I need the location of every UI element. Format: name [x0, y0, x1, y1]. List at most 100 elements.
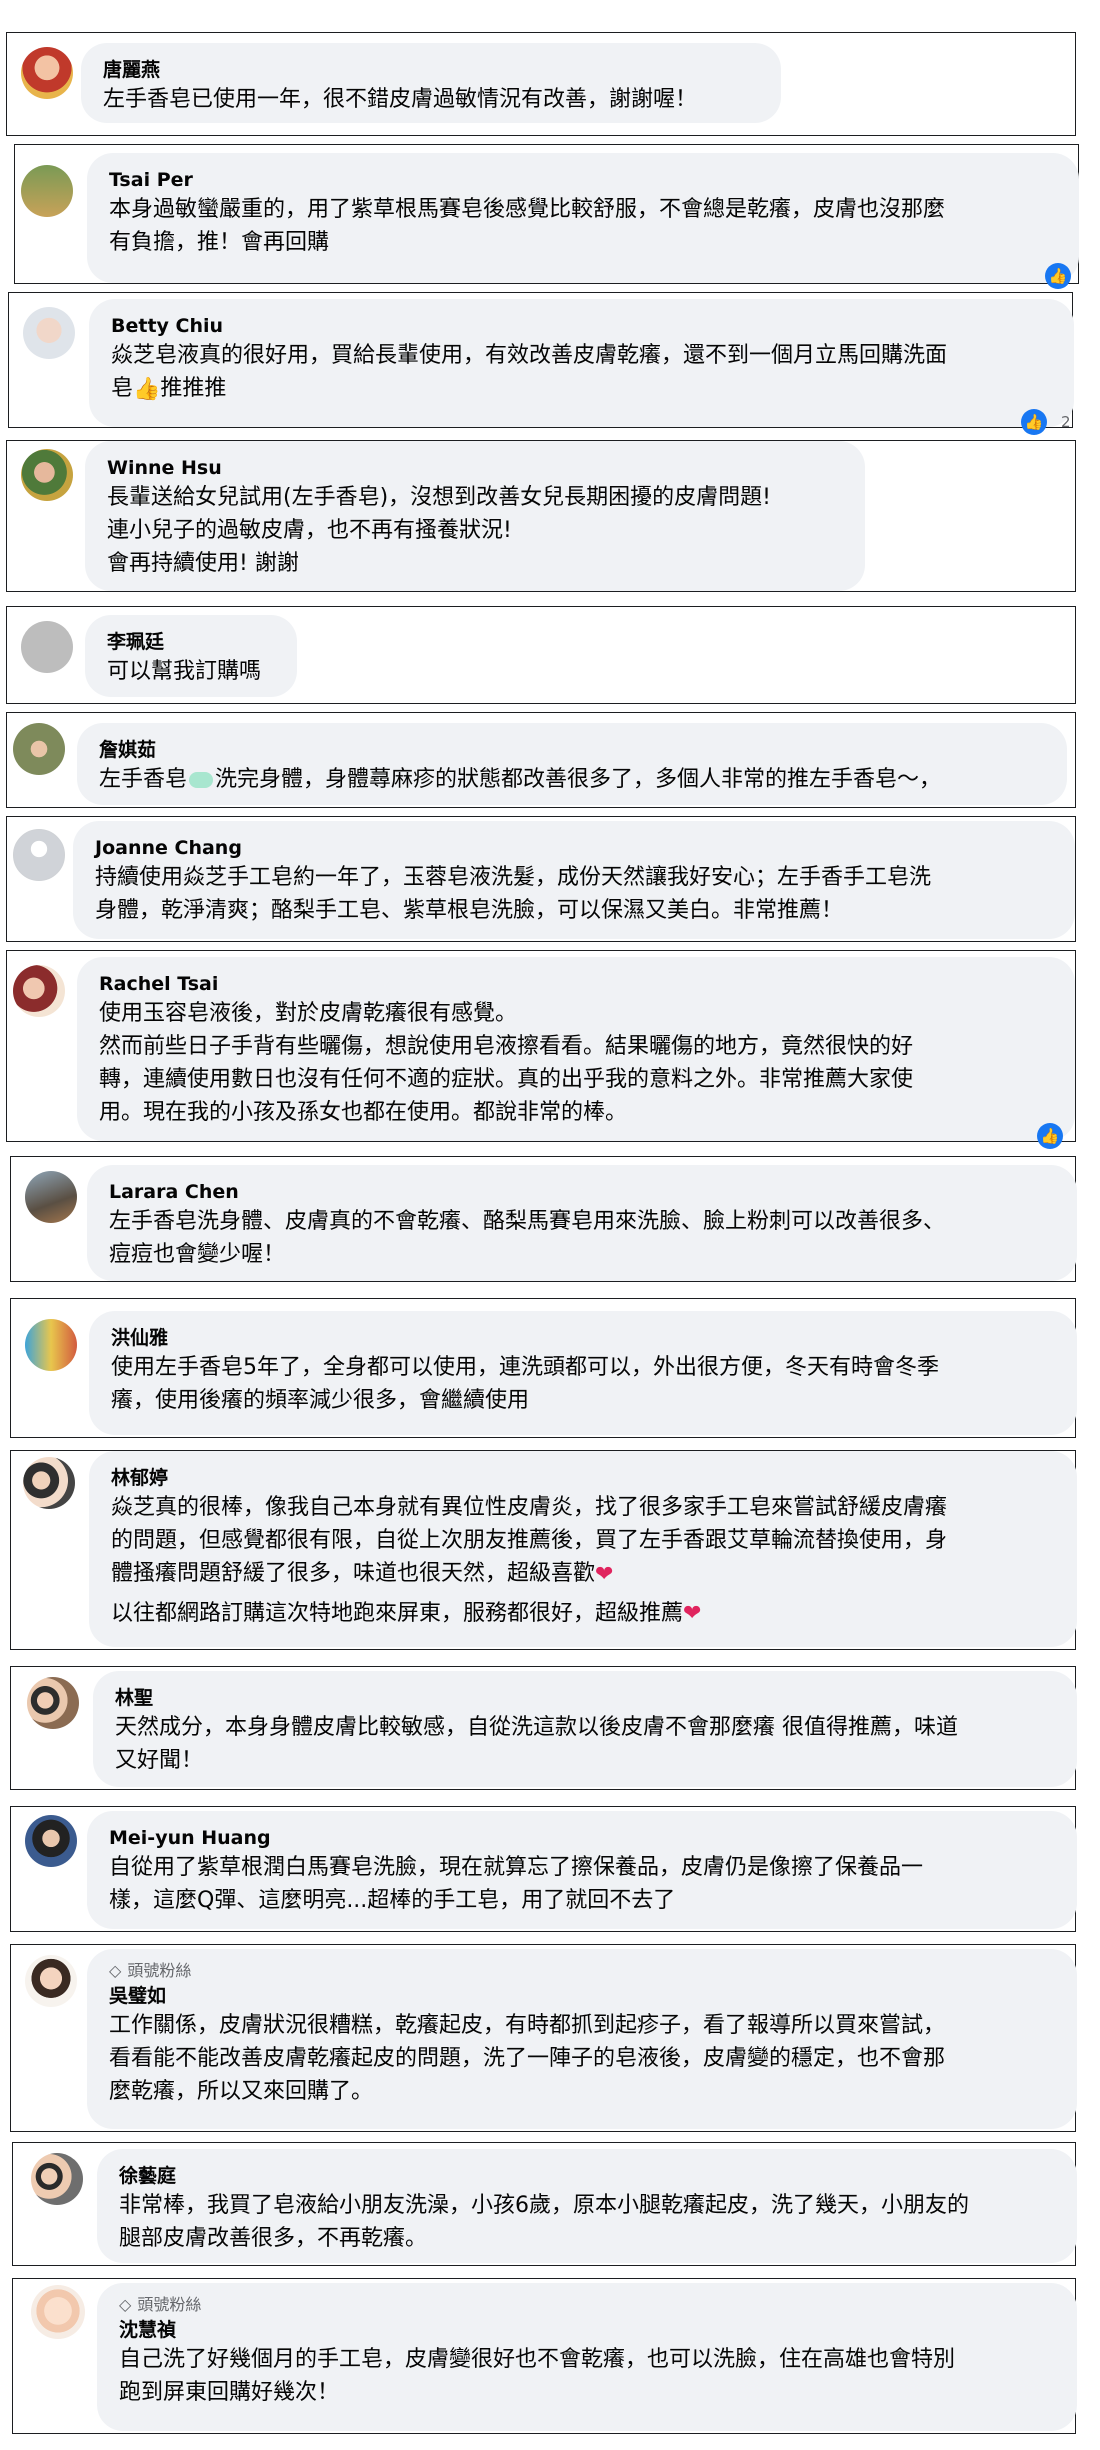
- commenter-name[interactable]: 洪仙雅: [111, 1325, 1055, 1351]
- comment-text: 以往都網路訂購這次特地跑來屏東，服務都很好，超級推薦❤: [111, 1597, 1055, 1631]
- avatar[interactable]: [21, 47, 73, 99]
- comment-text: 自己洗了好幾個月的手工皂，皮膚變很好也不會乾癢，也可以洗臉，住在高雄也會特別: [119, 2347, 956, 2372]
- comment-text: 皂👍推推推: [111, 372, 1052, 406]
- avatar[interactable]: [23, 1457, 75, 1509]
- commenter-name[interactable]: 沈慧禎: [119, 2317, 1055, 2343]
- avatar[interactable]: [25, 1955, 77, 2007]
- diamond-icon: ◇: [119, 2295, 132, 2314]
- comment-card: Joanne Chang 持續使用焱芝手工皂約一年了，玉蓉皂液洗髮，成份天然讓我…: [6, 816, 1076, 942]
- comment-card: 李珮廷 可以幫我訂購嗎: [6, 606, 1076, 704]
- commenter-name[interactable]: 徐藝庭: [119, 2163, 1055, 2189]
- comment-bubble: 唐麗燕 左手香皂已使用一年，很不錯皮膚過敏情況有改善，謝謝喔！: [81, 43, 781, 123]
- comment-text: 跑到屏東回購好幾次！: [119, 2380, 340, 2405]
- avatar[interactable]: [25, 1171, 77, 1223]
- commenter-name[interactable]: Larara Chen: [109, 1179, 1055, 1205]
- comment-text: 左手香皂已使用一年，很不錯皮膚過敏情況有改善，謝謝喔！: [103, 87, 698, 112]
- avatar[interactable]: [27, 1677, 79, 1729]
- soap-emoji-icon: [189, 772, 214, 788]
- top-fan-badge: ◇ 頭號粉絲: [109, 1959, 1055, 1983]
- comment-text: 持續使用焱芝手工皂約一年了，玉蓉皂液洗髮，成份天然讓我好安心；左手香手工皂洗: [95, 865, 932, 890]
- comment-card: 洪仙雅 使用左手香皂5年了，全身都可以使用，連洗頭都可以，外出很方便，冬天有時會…: [10, 1298, 1077, 1438]
- like-reaction-icon[interactable]: 👍: [1045, 263, 1071, 289]
- comment-card: 林聖 天然成分，本身身體皮膚比較敏感，自從洗這款以後皮膚不會那麼癢 很值得推薦，…: [10, 1666, 1077, 1790]
- commenter-name[interactable]: 吳璧如: [109, 1983, 1055, 2009]
- comment-card: ◇ 頭號粉絲 吳璧如 工作關係，皮膚狀況很糟糕，乾癢起皮，有時都抓到起疹子，看了報…: [10, 1944, 1077, 2132]
- avatar[interactable]: [13, 723, 65, 775]
- comment-bubble: 林郁婷 焱芝真的很棒，像我自己本身就有異位性皮膚炎，找了很多家手工皂來嘗試舒緩皮…: [89, 1451, 1077, 1647]
- avatar[interactable]: [31, 2153, 83, 2205]
- avatar[interactable]: [23, 307, 75, 359]
- commenter-name[interactable]: Mei-yun Huang: [109, 1825, 1055, 1851]
- commenter-name[interactable]: Betty Chiu: [111, 313, 1052, 339]
- comment-card: 詹娸茹 左手香皂 洗完身體，身體蕁麻疹的狀態都改善很多了，多個人非常的推左手香皂～…: [6, 712, 1076, 808]
- comment-text: 連小兒子的過敏皮膚，也不再有搔養狀況!: [107, 518, 512, 543]
- top-fan-badge: ◇ 頭號粉絲: [119, 2293, 1055, 2317]
- comment-bubble: Joanne Chang 持續使用焱芝手工皂約一年了，玉蓉皂液洗髮，成份天然讓我…: [73, 821, 1075, 939]
- comment-text: 非常棒，我買了皂液給小朋友洗澡，小孩6歲，原本小腿乾癢起皮，洗了幾天，小朋友的: [119, 2193, 969, 2218]
- comment-bubble: 李珮廷 可以幫我訂購嗎: [85, 615, 297, 697]
- avatar[interactable]: [21, 621, 73, 673]
- red-heart-emoji-icon: ❤: [683, 1601, 702, 1626]
- comment-text: 會再持續使用! 謝謝: [107, 551, 299, 576]
- comment-bubble: 林聖 天然成分，本身身體皮膚比較敏感，自從洗這款以後皮膚不會那麼癢 很值得推薦，…: [93, 1671, 1077, 1787]
- comment-bubble: Winne Hsu 長輩送給女兒試用(左手香皂)，沒想到改善女兒長期困擾的皮膚問…: [85, 441, 865, 591]
- comment-text: 自從用了紫草根潤白馬賽皂洗臉，現在就算忘了擦保養品，皮膚仍是像擦了保養品一: [109, 1855, 924, 1880]
- comment-text: 又好聞！: [115, 1748, 204, 1773]
- comment-bubble: Betty Chiu 焱芝皂液真的很好用，買給長輩使用，有效改善皮膚乾癢，還不到…: [89, 299, 1074, 427]
- comment-card: 徐藝庭 非常棒，我買了皂液給小朋友洗澡，小孩6歲，原本小腿乾癢起皮，洗了幾天，小…: [12, 2142, 1077, 2266]
- avatar[interactable]: [25, 1319, 77, 1371]
- comment-bubble: Larara Chen 左手香皂洗身體、皮膚真的不會乾癢、酪梨馬賽皂用來洗臉、臉…: [87, 1165, 1077, 1281]
- comment-card: 唐麗燕 左手香皂已使用一年，很不錯皮膚過敏情況有改善，謝謝喔！: [6, 32, 1076, 136]
- commenter-name[interactable]: Joanne Chang: [95, 835, 1053, 861]
- comment-text: 身體，乾淨清爽；酪梨手工皂、紫草根皂洗臉，可以保濕又美白。非常推薦！: [95, 898, 844, 923]
- comment-text: 使用玉容皂液後，對於皮膚乾癢很有感覺。: [99, 1001, 518, 1026]
- avatar[interactable]: [21, 449, 73, 501]
- like-reaction-icon[interactable]: 👍: [1037, 1123, 1063, 1149]
- like-reaction-icon[interactable]: 👍: [1021, 409, 1047, 435]
- commenter-name[interactable]: Winne Hsu: [107, 455, 843, 481]
- comment-card: Rachel Tsai 使用玉容皂液後，對於皮膚乾癢很有感覺。 然而前些日子手背…: [6, 950, 1076, 1149]
- commenter-name[interactable]: 林聖: [115, 1685, 1055, 1711]
- comment-text: 轉，連續使用數日也沒有任何不適的症狀。真的出乎我的意料之外。非常推薦大家使: [99, 1067, 914, 1092]
- comment-bubble: ◇ 頭號粉絲 沈慧禎 自己洗了好幾個月的手工皂，皮膚變很好也不會乾癢，也可以洗臉，…: [97, 2283, 1077, 2431]
- comment-bubble: 詹娸茹 左手香皂 洗完身體，身體蕁麻疹的狀態都改善很多了，多個人非常的推左手香皂～…: [77, 723, 1067, 805]
- comment-text: 左手香皂洗身體、皮膚真的不會乾癢、酪梨馬賽皂用來洗臉、臉上粉刺可以改善很多、: [109, 1209, 946, 1234]
- comment-card: Winne Hsu 長輩送給女兒試用(左手香皂)，沒想到改善女兒長期困擾的皮膚問…: [6, 440, 1076, 592]
- avatar[interactable]: [21, 165, 73, 217]
- comment-text: 焱芝真的很棒，像我自己本身就有異位性皮膚炎，找了很多家手工皂來嘗試舒緩皮膚癢: [111, 1495, 948, 1520]
- comment-text: 使用左手香皂5年了，全身都可以使用，連洗頭都可以，外出很方便，冬天有時會冬季: [111, 1355, 939, 1380]
- comment-text: 麼乾癢，所以又來回購了。: [109, 2079, 374, 2104]
- commenter-name[interactable]: 唐麗燕: [103, 57, 759, 83]
- avatar[interactable]: [13, 965, 65, 1017]
- comment-bubble: Mei-yun Huang 自從用了紫草根潤白馬賽皂洗臉，現在就算忘了擦保養品，…: [87, 1811, 1077, 1929]
- commenter-name[interactable]: 詹娸茹: [99, 737, 1045, 763]
- comment-bubble: 徐藝庭 非常棒，我買了皂液給小朋友洗澡，小孩6歲，原本小腿乾癢起皮，洗了幾天，小…: [97, 2149, 1077, 2263]
- comment-text: 然而前些日子手背有些曬傷，想說使用皂液擦看看。結果曬傷的地方，竟然很快的好: [99, 1034, 914, 1059]
- reaction-count[interactable]: 2: [1061, 413, 1071, 431]
- commenter-name[interactable]: Tsai Per: [109, 167, 1057, 193]
- comment-text: 看看能不能改善皮膚乾癢起皮的問題，洗了一陣子的皂液後，皮膚變的穩定，也不會那: [109, 2046, 946, 2071]
- comment-card: 林郁婷 焱芝真的很棒，像我自己本身就有異位性皮膚炎，找了很多家手工皂來嘗試舒緩皮…: [10, 1450, 1077, 1650]
- avatar[interactable]: [25, 1815, 77, 1867]
- avatar[interactable]: [13, 829, 65, 881]
- two-hearts-emoji-icon: ❤: [595, 1561, 614, 1587]
- comment-text: 焱芝皂液真的很好用，買給長輩使用，有效改善皮膚乾癢，還不到一個月立馬回購洗面: [111, 343, 948, 368]
- comment-text: 腿部皮膚改善很多，不再乾癢。: [119, 2226, 428, 2251]
- comment-card: Tsai Per 本身過敏蠻嚴重的，用了紫草根馬賽皂後感覺比較舒服，不會總是乾癢…: [14, 144, 1079, 289]
- comment-text: 工作關係，皮膚狀況很糟糕，乾癢起皮，有時都抓到起疹子，看了報導所以買來嘗試，: [109, 2013, 946, 2038]
- comment-bubble: Rachel Tsai 使用玉容皂液後，對於皮膚乾癢很有感覺。 然而前些日子手背…: [77, 957, 1075, 1141]
- avatar[interactable]: [31, 2285, 85, 2339]
- commenter-name[interactable]: Rachel Tsai: [99, 971, 1053, 997]
- comment-card: Larara Chen 左手香皂洗身體、皮膚真的不會乾癢、酪梨馬賽皂用來洗臉、臉…: [10, 1156, 1077, 1282]
- comment-text: 痘痘也會變少喔！: [109, 1242, 286, 1267]
- comment-text: 用。現在我的小孩及孫女也都在使用。都說非常的棒。: [99, 1100, 628, 1125]
- comment-text: 長輩送給女兒試用(左手香皂)，沒想到改善女兒長期困擾的皮膚問題!: [107, 485, 771, 510]
- comment-text: 樣，這麼Q彈、這麼明亮...超棒的手工皂，用了就回不去了: [109, 1888, 676, 1913]
- commenter-name[interactable]: 李珮廷: [107, 629, 275, 655]
- thumbs-up-emoji-icon: 👍: [133, 376, 161, 402]
- comment-bubble: ◇ 頭號粉絲 吳璧如 工作關係，皮膚狀況很糟糕，乾癢起皮，有時都抓到起疹子，看了報…: [87, 1949, 1077, 2129]
- comment-bubble: Tsai Per 本身過敏蠻嚴重的，用了紫草根馬賽皂後感覺比較舒服，不會總是乾癢…: [87, 153, 1079, 283]
- commenter-name[interactable]: 林郁婷: [111, 1465, 1055, 1491]
- comment-card: ◇ 頭號粉絲 沈慧禎 自己洗了好幾個月的手工皂，皮膚變很好也不會乾癢，也可以洗臉，…: [12, 2278, 1077, 2434]
- comment-text: 本身過敏蠻嚴重的，用了紫草根馬賽皂後感覺比較舒服，不會總是乾癢，皮膚也沒那麼: [109, 197, 946, 222]
